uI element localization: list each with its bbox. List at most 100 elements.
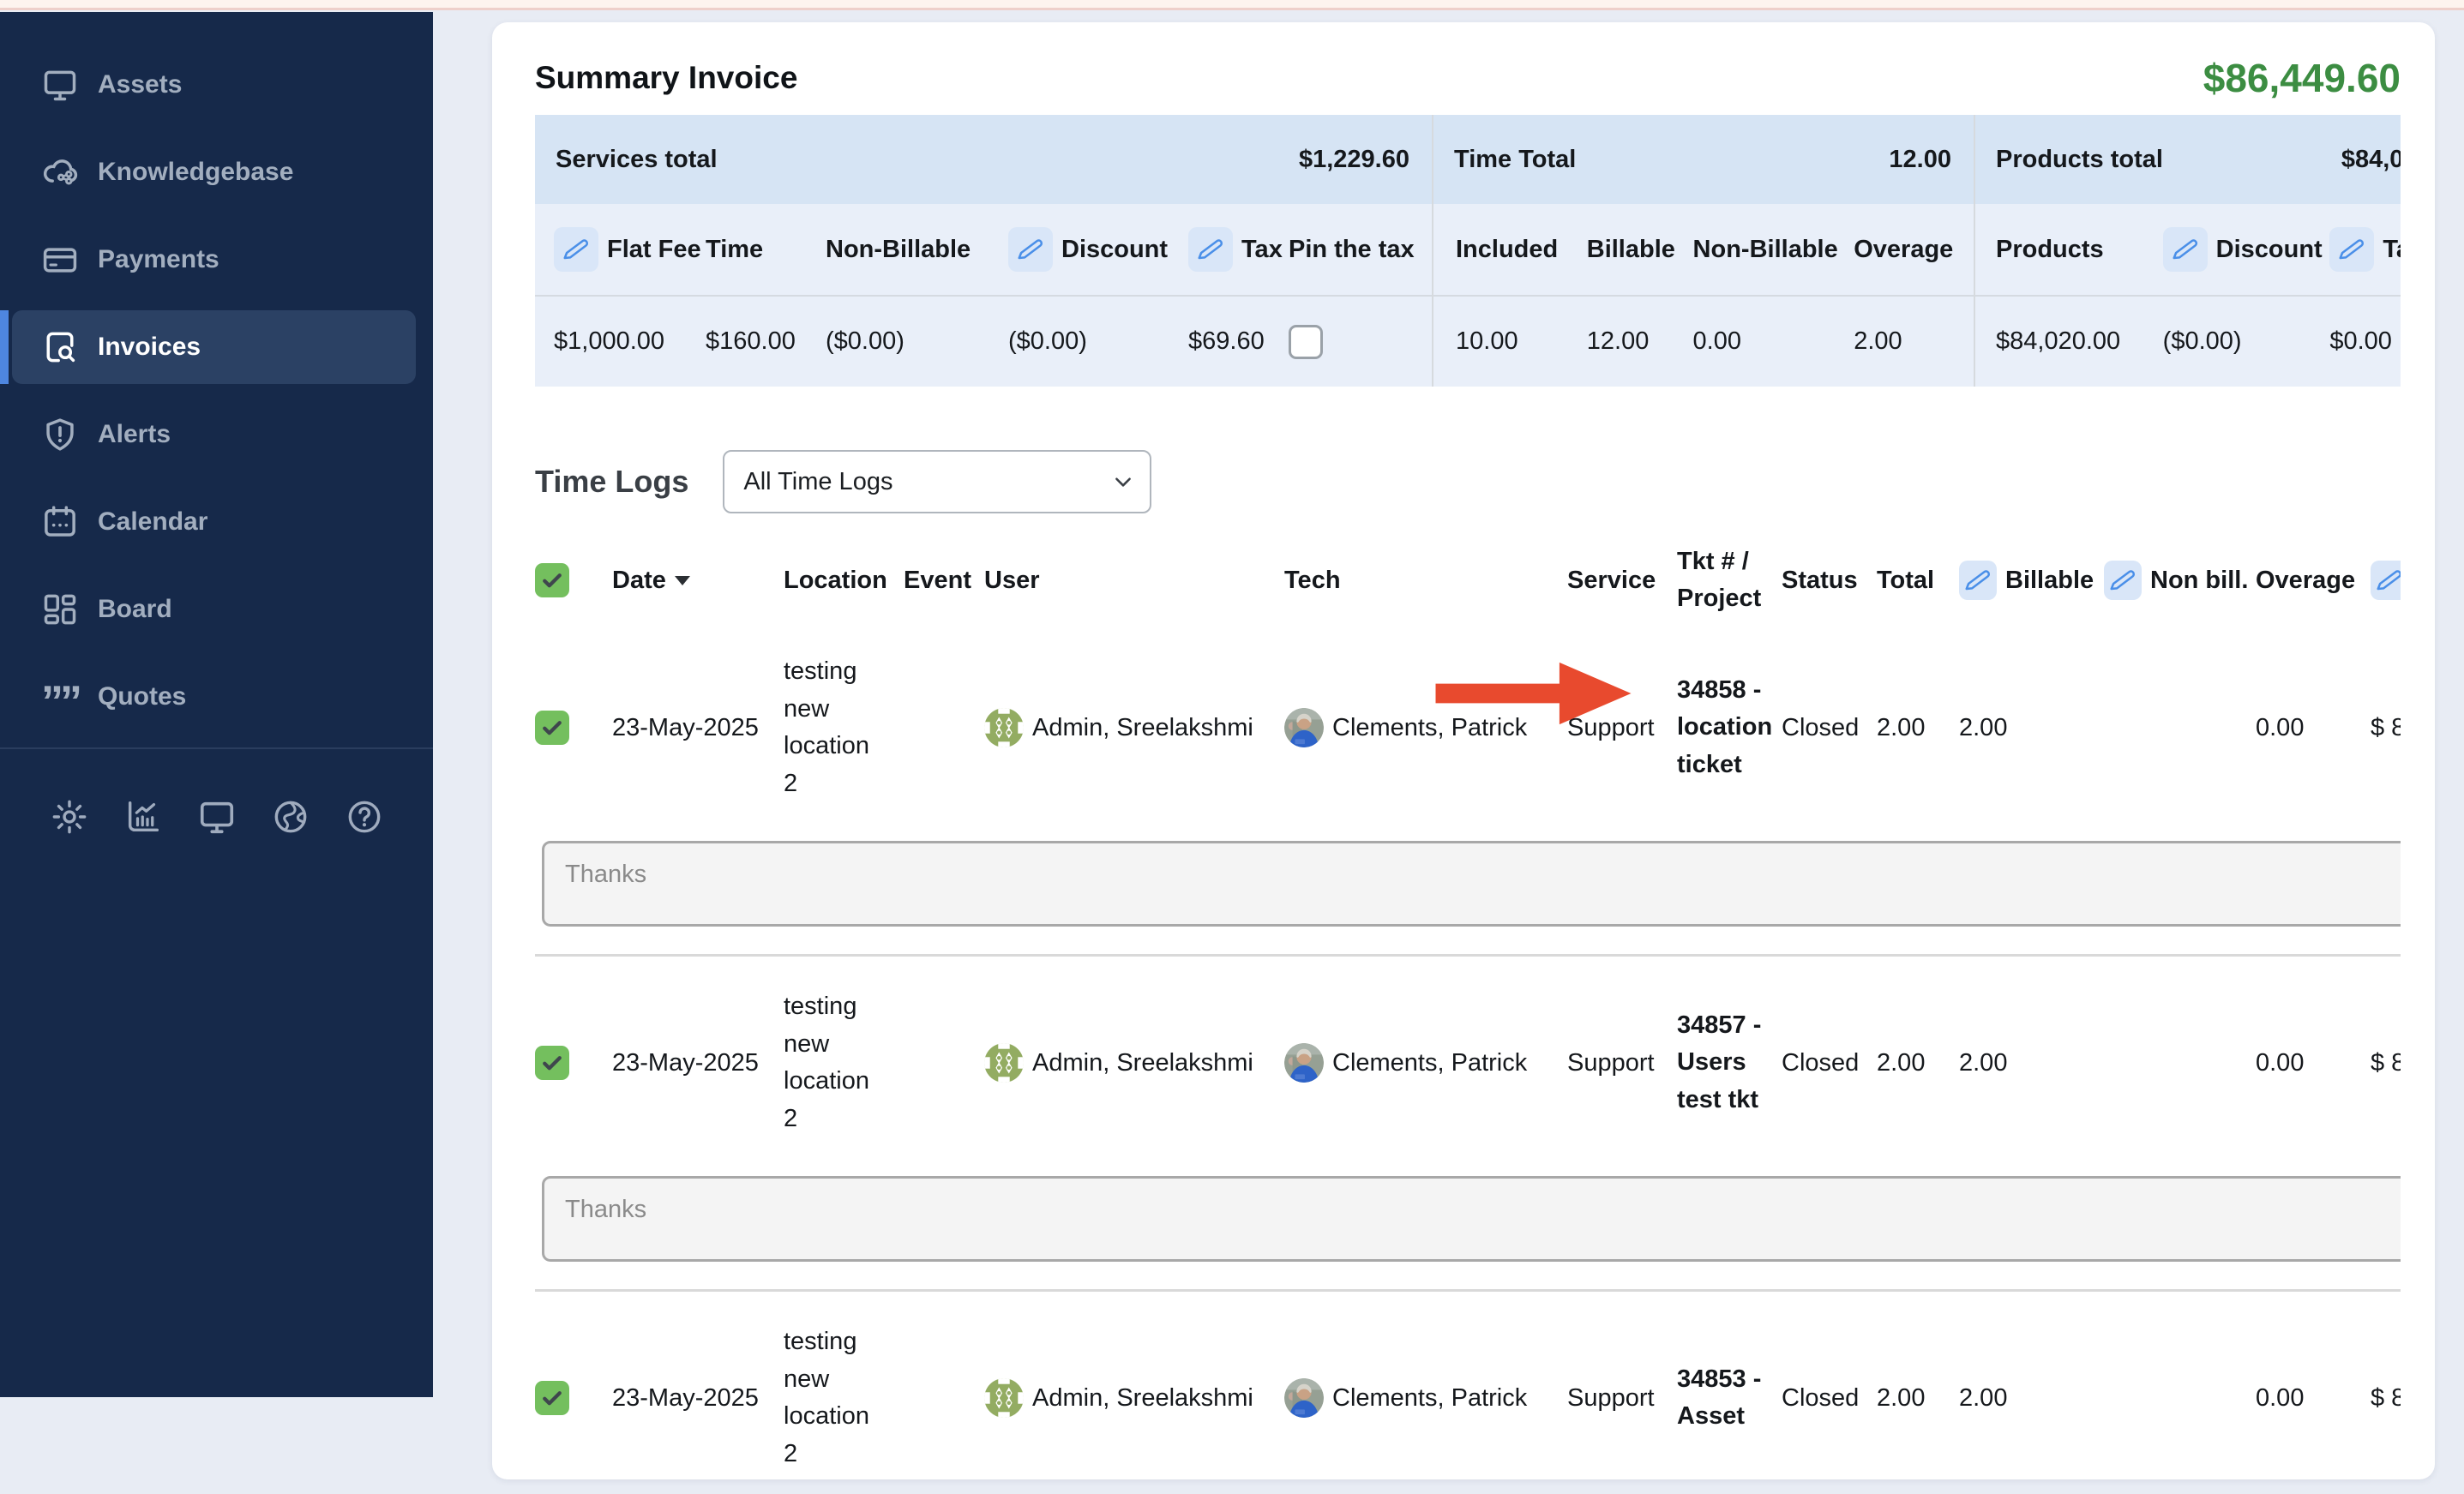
time-total-value: 12.00 [1889, 146, 1951, 174]
col-non-billable: Non-Billable [1693, 236, 1854, 264]
col-service: Service [1567, 567, 1677, 595]
edit-products-tax-icon[interactable] [2329, 227, 2374, 272]
row-checkbox[interactable] [535, 711, 569, 745]
col-overage: Overage [1854, 236, 1974, 264]
log-status: Closed [1782, 714, 1877, 742]
sort-caret-icon [675, 576, 690, 585]
log-note-input[interactable]: Thanks [542, 841, 2401, 927]
included-value: 10.00 [1456, 327, 1587, 356]
invoice-search-icon [41, 328, 79, 366]
summary-table: Services total $1,229.60 Flat Fee Time N… [535, 115, 2401, 387]
tech-avatar [1284, 1043, 1324, 1083]
sidebar-item-assets[interactable]: Assets [12, 48, 416, 122]
col-non-billable: Non-Billable [826, 236, 1008, 264]
select-all-checkbox[interactable] [535, 563, 569, 597]
sidebar-item-knowledgebase[interactable]: Knowledgebase [12, 135, 416, 209]
billable-value: 12.00 [1587, 327, 1693, 356]
col-discount: Discount [1061, 236, 1168, 264]
non-billable-value: ($0.00) [826, 327, 1008, 356]
time-log-group: 23-May-2025 testing new location 2 Admin… [535, 1302, 2401, 1494]
log-service: Support [1567, 714, 1677, 742]
col-discount: Discount [2216, 236, 2323, 264]
log-billable: 2.00 [1959, 714, 2104, 742]
user-avatar [984, 1378, 1024, 1418]
time-logs-filter-select[interactable]: All Time Logs [723, 450, 1151, 513]
sidebar-footer [0, 749, 433, 837]
quotes-icon: ”” [41, 678, 79, 716]
col-ticket-project: Tkt # / Project [1677, 543, 1776, 618]
user-avatar [984, 1043, 1024, 1083]
summary-table-clip: Services total $1,229.60 Flat Fee Time N… [535, 99, 2401, 387]
col-time: Time [706, 236, 826, 264]
time-logs-filter: All Time Logs [723, 450, 1151, 513]
col-total: Total [1877, 567, 1959, 595]
col-pin-the-tax: Pin the tax [1289, 236, 1417, 264]
log-amount: $ 8 [2371, 1049, 2401, 1077]
log-service: Support [1567, 1384, 1677, 1413]
reports-chart-icon[interactable] [123, 797, 163, 837]
log-ticket-link[interactable]: 34858 - location ticket [1677, 672, 1776, 784]
time-log-group: 23-May-2025 testing new location 2 Admin… [535, 967, 2401, 1292]
sidebar-item-label: Knowledgebase [98, 158, 293, 187]
edit-tax-icon[interactable] [1188, 227, 1233, 272]
help-icon[interactable] [345, 797, 384, 837]
row-checkbox[interactable] [535, 1046, 569, 1080]
col-tech: Tech [1284, 567, 1567, 595]
sidebar-item-label: Quotes [98, 682, 186, 711]
overage-value: 2.00 [1854, 327, 1974, 356]
edit-flat-fee-icon[interactable] [554, 227, 598, 272]
col-tax: Tax [2383, 236, 2401, 264]
products-total-label: Products total [1996, 146, 2163, 174]
log-date: 23-May-2025 [612, 714, 784, 742]
sidebar-item-payments[interactable]: Payments [12, 223, 416, 297]
time-logs-header-row: Date Location Event User Tech Service Tk… [535, 539, 2401, 621]
log-ticket-link[interactable]: 34857 - Users test tkt [1677, 1007, 1776, 1119]
remote-monitor-icon[interactable] [197, 797, 237, 837]
invoice-card: Summary Invoice $86,449.60 Services tota… [492, 22, 2435, 1479]
log-status: Closed [1782, 1049, 1877, 1077]
products-total-value: $84,020.00 [2341, 146, 2401, 174]
monitor-icon [41, 66, 79, 104]
settings-gear-icon[interactable] [50, 797, 89, 837]
edit-products-discount-icon[interactable] [2163, 227, 2208, 272]
sidebar-item-board[interactable]: Board [12, 573, 416, 646]
discount-value: ($0.00) [1008, 327, 1188, 356]
edit-non-billable-icon[interactable] [2104, 561, 2142, 600]
time-total-label: Time Total [1454, 146, 1576, 174]
log-ticket-link[interactable]: 34853 - Asset [1677, 1361, 1776, 1436]
cloud-icon [41, 153, 79, 191]
log-note-input[interactable]: Thanks [542, 1176, 2401, 1262]
sidebar-item-quotes[interactable]: ”” Quotes [12, 660, 416, 734]
sidebar-nav: Assets Knowledgebase Payments Invoices A… [0, 12, 433, 734]
edit-rate-icon[interactable] [2371, 561, 2401, 600]
col-flat-fee: Flat Fee [607, 236, 701, 264]
products-tax-value: $0.00 [2329, 327, 2401, 356]
pin-the-tax-checkbox[interactable] [1289, 325, 1323, 359]
sidebar-item-calendar[interactable]: Calendar [12, 485, 416, 559]
log-billable: 2.00 [1959, 1384, 2104, 1413]
user-avatar [984, 708, 1024, 747]
col-tax: Tax [1241, 236, 1283, 264]
log-date: 23-May-2025 [612, 1384, 784, 1413]
row-checkbox[interactable] [535, 1381, 569, 1415]
services-total-value: $1,229.60 [1299, 146, 1409, 174]
summary-section-products: Products total $84,020.00 Products Disco… [1974, 115, 2401, 387]
calendar-icon [41, 503, 79, 541]
sidebar-item-label: Board [98, 595, 172, 624]
col-overage: Overage [2256, 567, 2371, 595]
edit-billable-icon[interactable] [1959, 561, 1997, 600]
log-total: 2.00 [1877, 714, 1959, 742]
col-status: Status [1782, 567, 1877, 595]
tech-avatar [1284, 708, 1324, 747]
col-billable: Billable [1587, 236, 1693, 264]
col-date[interactable]: Date [612, 567, 784, 595]
sidebar-item-alerts[interactable]: Alerts [12, 398, 416, 471]
edit-discount-icon[interactable] [1008, 227, 1053, 272]
col-event: Event [904, 567, 984, 595]
globe-icon[interactable] [271, 797, 310, 837]
time-log-group: 23-May-2025 testing new location 2 Admin… [535, 632, 2401, 957]
sidebar-item-invoices[interactable]: Invoices [12, 310, 416, 384]
log-date: 23-May-2025 [612, 1049, 784, 1077]
log-overage: 0.00 [2256, 1049, 2371, 1077]
log-total: 2.00 [1877, 1049, 1959, 1077]
